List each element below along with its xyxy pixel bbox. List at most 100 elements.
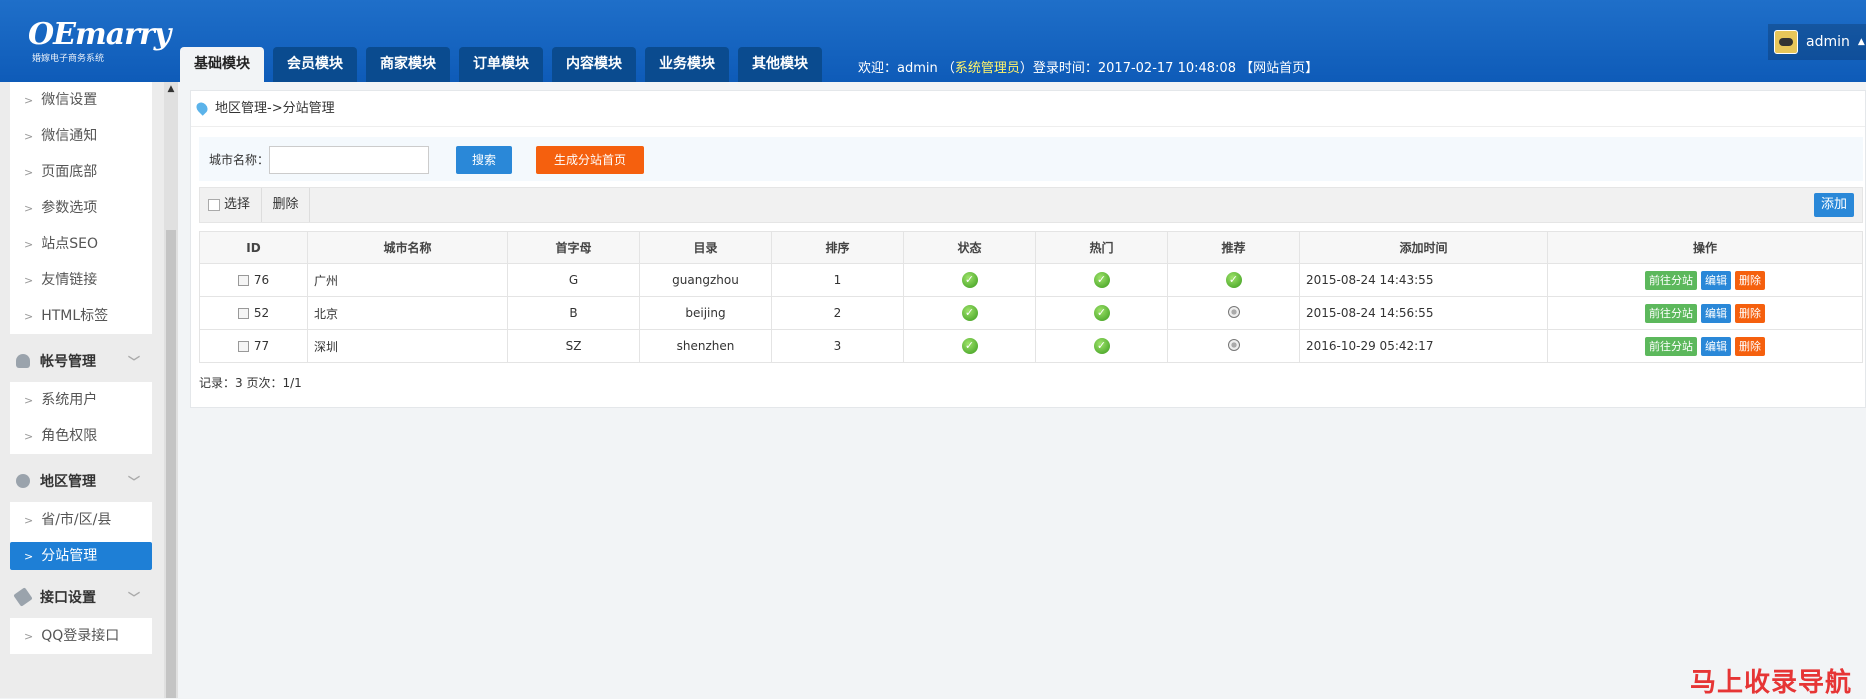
user-menu[interactable]: admin ▲	[1768, 24, 1866, 60]
cell-hot: ✓	[1035, 329, 1168, 363]
delete-button[interactable]: 删除	[1735, 270, 1765, 290]
row-checkbox[interactable]	[237, 341, 249, 352]
disabled-dot-icon[interactable]	[1227, 305, 1240, 318]
sidebar-item-params[interactable]: > 参数选项	[10, 190, 152, 226]
cell-sort: 2	[771, 296, 904, 330]
visit-substation-button[interactable]: 前往分站	[1645, 303, 1697, 323]
sidebar-item-label: 微信设置	[41, 92, 98, 108]
globe-icon	[16, 474, 30, 488]
sidebar-item-roles[interactable]: > 角色权限	[10, 418, 152, 454]
tab-merchant[interactable]: 商家模块	[366, 47, 450, 82]
disabled-dot-icon[interactable]	[1227, 338, 1240, 351]
col-initial: 首字母	[507, 231, 640, 264]
select-all-toggle[interactable]: 选择	[200, 188, 262, 222]
main-panel: 地区管理->分站管理 城市名称： 搜索 生成分站首页 选择 删除 添加 ID 城…	[190, 90, 1866, 408]
sidebar-item-label: HTML标签	[41, 308, 109, 324]
scroll-up-icon[interactable]: ▲	[164, 82, 178, 96]
sidebar-item-qq-login[interactable]: > QQ登录接口	[10, 618, 152, 654]
chevron-right-icon: >	[24, 394, 34, 407]
col-time: 添加时间	[1299, 231, 1548, 264]
tab-content[interactable]: 内容模块	[552, 47, 636, 82]
edit-button[interactable]: 编辑	[1701, 336, 1731, 356]
welcome-suffix[interactable]: ）登录时间：2017-02-17 10:48:08 【网站首页】	[1020, 61, 1318, 76]
row-id: 77	[253, 339, 270, 353]
user-role: 系统管理员	[954, 61, 1020, 76]
sidebar-group-api[interactable]: 接口设置 ﹀	[0, 578, 164, 618]
sidebar-item-page-footer[interactable]: > 页面底部	[10, 154, 152, 190]
check-icon[interactable]: ✓	[1093, 272, 1110, 288]
delete-button[interactable]: 删除	[1735, 303, 1765, 323]
sidebar-item-wechat-settings[interactable]: > 微信设置	[10, 82, 152, 118]
sidebar-item-wechat-notify[interactable]: > 微信通知	[10, 118, 152, 154]
col-city: 城市名称	[307, 231, 508, 264]
generate-homepage-button[interactable]: 生成分站首页	[536, 146, 644, 174]
sidebar-item-substations[interactable]: > 分站管理	[10, 542, 152, 570]
sidebar-item-seo[interactable]: > 站点SEO	[10, 226, 152, 262]
sidebar-item-label: 页面底部	[41, 164, 98, 180]
sidebar-group-label: 接口设置	[40, 590, 96, 606]
cell-status: ✓	[903, 263, 1036, 297]
sidebar-item-system-users[interactable]: > 系统用户	[10, 382, 152, 418]
cell-actions: 前往分站 编辑 删除	[1547, 263, 1863, 297]
location-pin-icon	[194, 100, 210, 116]
top-header: OEmarry 婚嫁电子商务系统 基础模块 会员模块 商家模块 订单模块 内容模…	[0, 0, 1866, 82]
check-icon[interactable]: ✓	[961, 272, 978, 288]
cell-status: ✓	[903, 329, 1036, 363]
tab-business[interactable]: 业务模块	[645, 47, 729, 82]
sidebar-item-label: 分站管理	[41, 548, 98, 564]
table-row: 76 广州 G guangzhou 1 ✓ ✓ ✓ 2015-08-24 14:…	[199, 263, 1863, 297]
add-button[interactable]: 添加	[1814, 193, 1854, 217]
cell-city: 广州	[307, 263, 508, 297]
brand-logo[interactable]: OEmarry 婚嫁电子商务系统	[28, 17, 171, 65]
cell-hot: ✓	[1035, 296, 1168, 330]
visit-substation-button[interactable]: 前往分站	[1645, 270, 1697, 290]
bulk-delete-button[interactable]: 删除	[262, 188, 310, 222]
avatar	[1774, 30, 1798, 54]
sidebar-item-label: 微信通知	[41, 128, 98, 144]
cell-city: 北京	[307, 296, 508, 330]
check-icon[interactable]: ✓	[1225, 272, 1242, 288]
check-icon[interactable]: ✓	[961, 305, 978, 321]
sidebar-item-label: 系统用户	[41, 392, 98, 408]
brand-name: OEmarry	[28, 17, 171, 52]
sidebar-item-links[interactable]: > 友情链接	[10, 262, 152, 298]
table-header-row: ID 城市名称 首字母 目录 排序 状态 热门 推荐 添加时间 操作	[199, 231, 1863, 264]
col-hot: 热门	[1035, 231, 1168, 264]
select-all-checkbox[interactable]	[208, 199, 220, 211]
edit-button[interactable]: 编辑	[1701, 303, 1731, 323]
tab-basic[interactable]: 基础模块	[180, 47, 264, 82]
tab-other[interactable]: 其他模块	[738, 47, 822, 82]
edit-button[interactable]: 编辑	[1701, 270, 1731, 290]
check-icon[interactable]: ✓	[1093, 305, 1110, 321]
sidebar-group-region-items: > 省/市/区/县 > 分站管理	[10, 502, 152, 570]
cell-status: ✓	[903, 296, 1036, 330]
cell-time: 2015-08-24 14:56:55	[1299, 296, 1548, 330]
chevron-right-icon: >	[24, 630, 34, 643]
sidebar-item-label: QQ登录接口	[41, 628, 120, 644]
sidebar-item-provinces[interactable]: > 省/市/区/县	[10, 502, 152, 538]
delete-button[interactable]: 删除	[1735, 336, 1765, 356]
row-checkbox[interactable]	[237, 308, 249, 319]
substation-table: ID 城市名称 首字母 目录 排序 状态 热门 推荐 添加时间 操作 76 广州…	[199, 231, 1863, 363]
brand-subtitle: 婚嫁电子商务系统	[32, 54, 105, 64]
sidebar-group-region[interactable]: 地区管理 ﹀	[0, 462, 164, 502]
scrollbar-thumb[interactable]	[166, 230, 176, 698]
sidebar-item-html-tags[interactable]: > HTML标签	[10, 298, 152, 334]
tab-order[interactable]: 订单模块	[459, 47, 543, 82]
cell-actions: 前往分站 编辑 删除	[1547, 329, 1863, 363]
city-name-input[interactable]	[269, 146, 429, 174]
check-icon[interactable]: ✓	[961, 338, 978, 354]
check-icon[interactable]: ✓	[1093, 338, 1110, 354]
tab-member[interactable]: 会员模块	[273, 47, 357, 82]
sidebar-group-account[interactable]: 帐号管理 ﹀	[0, 342, 164, 382]
cell-dir: shenzhen	[639, 329, 772, 363]
sidebar-scrollbar[interactable]: ▲	[164, 82, 178, 698]
visit-substation-button[interactable]: 前往分站	[1645, 336, 1697, 356]
col-id: ID	[199, 231, 308, 264]
row-checkbox[interactable]	[237, 275, 249, 286]
search-button[interactable]: 搜索	[456, 146, 512, 174]
chevron-updown-icon: ▲	[1857, 37, 1865, 47]
chevron-right-icon: >	[24, 202, 34, 215]
welcome-text: 欢迎：admin （系统管理员）登录时间：2017-02-17 10:48:08…	[858, 57, 1318, 76]
chevron-right-icon: >	[24, 550, 34, 563]
